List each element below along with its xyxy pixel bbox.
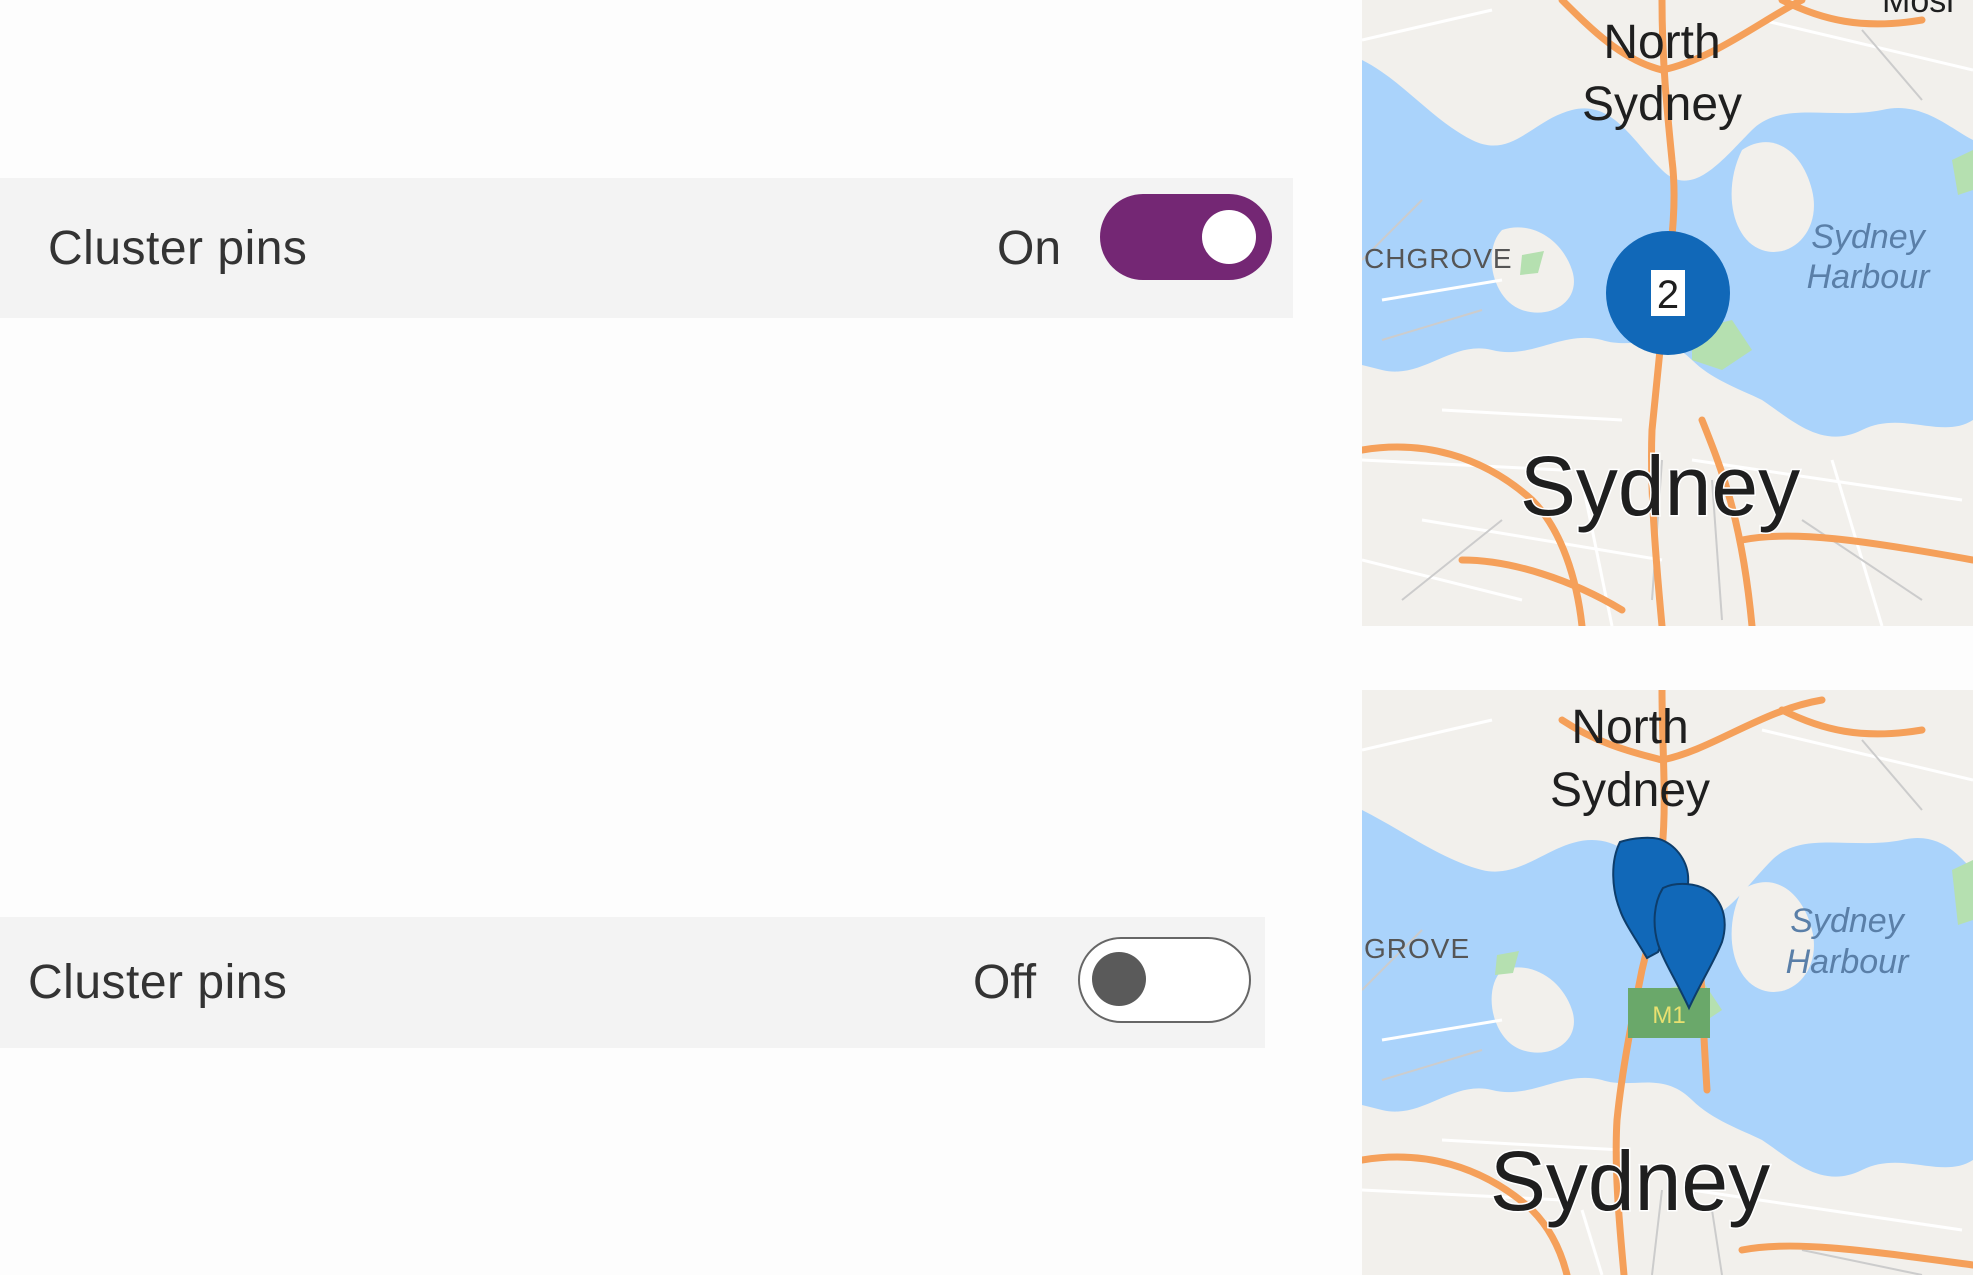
cluster-count: 2 [1657, 273, 1679, 317]
cluster-pins-label: Cluster pins [48, 221, 308, 275]
cluster-pins-toggle-on[interactable] [1100, 194, 1272, 280]
cluster-pins-toggle-off[interactable] [1078, 937, 1251, 1023]
map-label-north-sydney: Sydney [1550, 764, 1710, 817]
map-label-harbour-2: Harbour [1786, 943, 1911, 981]
map-label-north: North [1603, 16, 1720, 69]
map-clustered[interactable]: North Sydney CHGROVE Sydney Harbour Sydn… [1362, 0, 1973, 626]
map-label-harbour-1: Sydney [1811, 218, 1926, 256]
map-label-district: GROVE [1364, 933, 1470, 964]
cluster-marker[interactable]: 2 [1606, 231, 1730, 355]
road-shield-label: M1 [1652, 1002, 1685, 1029]
cluster-pins-setting-off: Cluster pins Off [0, 917, 1265, 1048]
toggle-state-label: Off [973, 956, 1037, 1009]
map-label-harbour-1: Sydney [1790, 902, 1905, 940]
cluster-pins-setting-on: Cluster pins On [0, 178, 1293, 318]
cluster-pins-label: Cluster pins [28, 956, 288, 1009]
toggle-state-label: On [997, 221, 1062, 275]
toggle-knob [1092, 952, 1146, 1006]
map-label-north-sydney: Sydney [1582, 78, 1742, 131]
map-label-harbour-2: Harbour [1807, 258, 1932, 296]
map-label-district: CHGROVE [1364, 243, 1513, 274]
map-label-city: Sydney [1520, 439, 1800, 533]
map-label-city: Sydney [1490, 1134, 1770, 1228]
map-label-north: North [1571, 701, 1688, 754]
toggle-knob [1202, 210, 1256, 264]
map-unclustered[interactable]: M1 North Sydney GROVE Sydney Harbour Syd… [1362, 690, 1973, 1275]
map-label-top-edge: Mosi [1882, 0, 1954, 20]
